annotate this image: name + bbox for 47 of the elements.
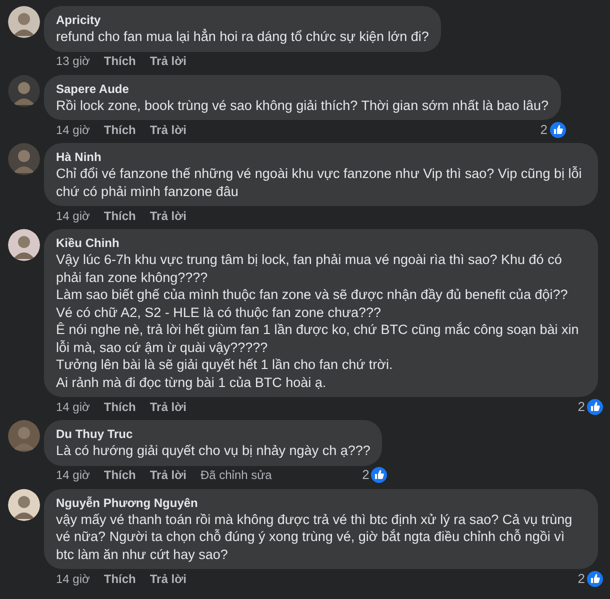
like-link[interactable]: Thích <box>104 398 136 416</box>
like-link[interactable]: Thích <box>104 120 136 138</box>
reaction-count[interactable]: 2 <box>578 568 585 588</box>
comment-text: Ê nói nghe nè, trả lời hết giùm fan 1 lần được ko, chứ BTC cũng mắc công soạn bài xin lỗi mà, sao cứ ậm ừ quài vậy????? <box>56 321 580 356</box>
author-name[interactable]: Hà Ninh <box>56 149 586 165</box>
reply-link[interactable]: Trả lời <box>150 120 186 138</box>
edited-label: Đã chỉnh sửa <box>200 467 272 484</box>
comment-text: Ai rảnh mà đi đọc từng bài 1 của BTC hoài ạ. <box>56 374 328 391</box>
reply-link[interactable]: Trả lời <box>150 398 186 416</box>
avatar[interactable] <box>8 229 40 261</box>
comment-time[interactable]: 14 giờ <box>56 466 90 484</box>
like-link[interactable]: Thích <box>104 570 136 588</box>
comment-text: Chỉ đổi vé fanzone thế những vé ngoài khu vực fanzone như Vip thì sao? Vip cũng bị lỗi chứ có phải mình fanzone đâu <box>56 165 583 200</box>
comment-text: Làm sao biết ghế của mình thuộc fan zone và sẽ được nhận đầy đủ benefit của đội?? <box>56 286 569 304</box>
reply-link[interactable]: Trả lời <box>150 52 186 70</box>
author-name[interactable]: Apricity <box>56 12 429 28</box>
comment-text: Là có hướng giải quyết cho vụ bị nhảy ngày ch ạ??? <box>56 442 370 460</box>
comment-time[interactable]: 14 giờ <box>56 570 90 588</box>
comment-text: vậy mấy vé thanh toán rồi mà không được trả vé thì btc định xử lý ra sao? Cả vụ trùng vé nữa? Người ta chọn chỗ đúng ý xong trùng vé, giờ bắt ngta điều chỉnh chỗ ngồi vì btc làm ăn như cứt hay sao? <box>56 510 574 563</box>
author-name[interactable]: Kiều Chinh <box>56 235 586 251</box>
comment-text: Vậy lúc 6-7h khu vực trung tâm bị lock, fan phải mua vé ngoài rìa thì sao? Khu đó có phải fan zone không???? <box>56 251 563 286</box>
comment-time[interactable]: 14 giờ <box>56 206 90 224</box>
author-name[interactable]: Du Thuy Truc <box>56 426 370 442</box>
like-icon <box>586 570 604 588</box>
reply-link[interactable]: Trả lời <box>150 206 186 224</box>
like-icon <box>370 466 388 484</box>
reaction-count[interactable]: 2 <box>540 120 548 140</box>
comment-time[interactable]: 13 giờ <box>56 52 90 70</box>
comment-time[interactable]: 14 giờ <box>56 398 90 416</box>
comment-text: Vé có chữ A2, S2 - HLE là có thuộc fan zone chưa??? <box>56 304 382 321</box>
avatar[interactable] <box>8 488 40 520</box>
like-link[interactable]: Thích <box>104 206 136 224</box>
comment-text: refund cho fan mua lại hẳn hoi ra dáng tổ chức sự kiện lớn đi? <box>56 28 429 46</box>
like-link[interactable]: Thích <box>104 466 136 484</box>
like-icon <box>586 398 604 416</box>
reply-link[interactable]: Trả lời <box>150 466 186 484</box>
comment-text: Tưởng lên bài là sẽ giải quyết hết 1 lần cho fan chứ trời. <box>56 356 394 374</box>
reaction-count[interactable]: 2 <box>578 396 585 416</box>
reaction-count[interactable]: 2 <box>362 465 370 485</box>
comment-text: Rồi lock zone, book trùng vé sao không giải thích? Thời gian sớm nhất là bao lâu? <box>56 96 549 114</box>
avatar[interactable] <box>8 6 40 38</box>
reply-link[interactable]: Trả lời <box>150 570 186 588</box>
comment-time[interactable]: 14 giờ <box>56 120 90 138</box>
author-name[interactable]: Sapere Aude <box>56 80 549 96</box>
like-link[interactable]: Thích <box>104 52 136 70</box>
like-icon <box>548 120 567 138</box>
author-name[interactable]: Nguyễn Phương Nguyên <box>56 494 586 510</box>
